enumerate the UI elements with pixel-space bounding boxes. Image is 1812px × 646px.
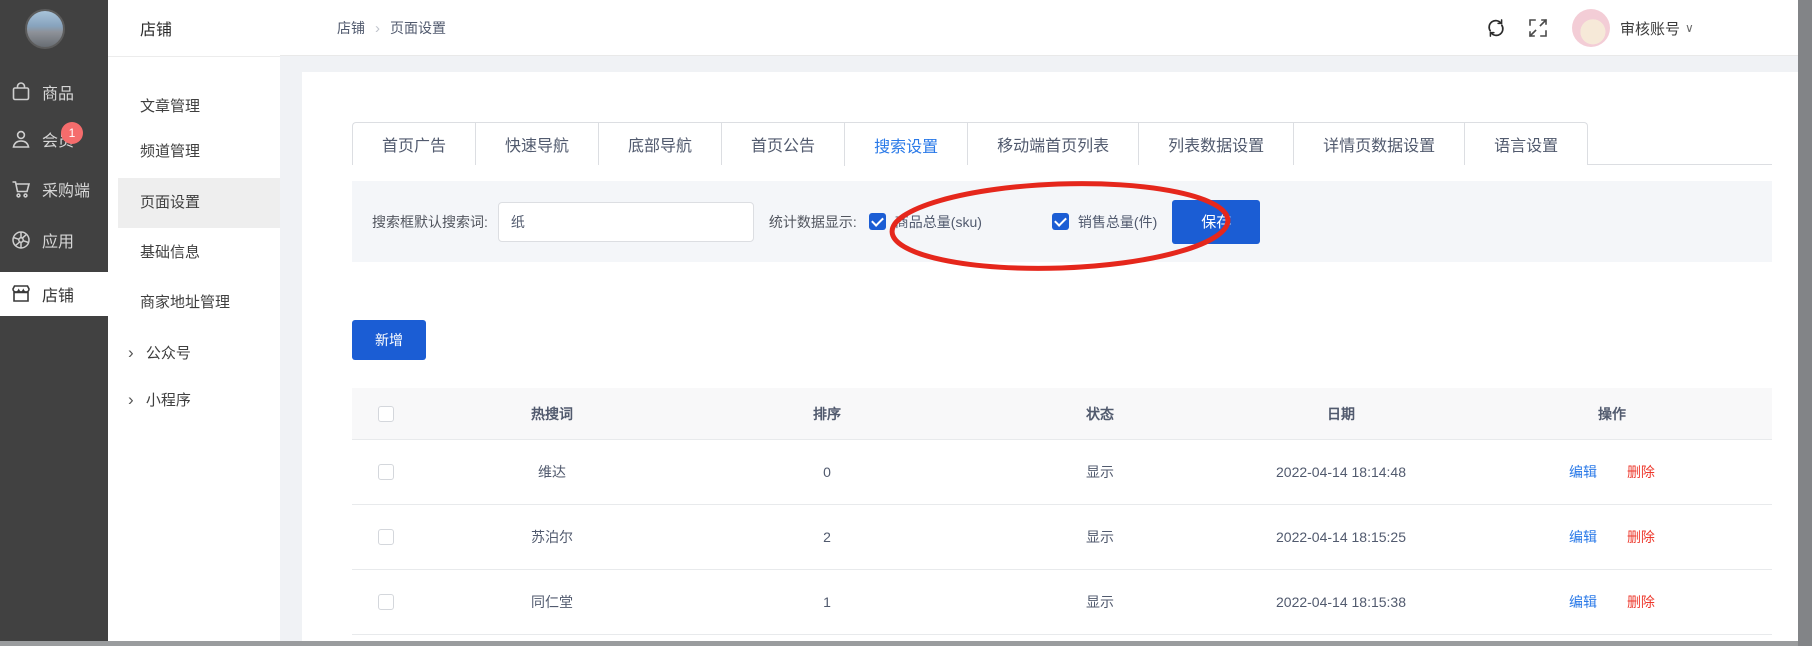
cart-icon: [9, 177, 33, 201]
cell-date: 2022-04-14 18:14:48: [1230, 464, 1452, 480]
bag-icon: [9, 80, 33, 104]
column-header-sort: 排序: [684, 404, 970, 424]
apps-icon: [9, 228, 33, 252]
sidebar-item-label: 店铺: [42, 282, 74, 306]
content-card: 首页广告 快速导航 底部导航 首页公告 搜索设置 移动端首页列表 列表数据设置 …: [302, 72, 1798, 641]
row-checkbox[interactable]: [378, 529, 394, 545]
save-button[interactable]: 保存: [1172, 200, 1260, 244]
cell-status: 显示: [970, 527, 1230, 547]
sidebar-item-shop[interactable]: 店铺: [0, 272, 108, 316]
refresh-icon[interactable]: [1485, 17, 1507, 39]
tab-home-ads[interactable]: 首页广告: [352, 122, 475, 165]
cell-hot-word: 同仁堂: [420, 592, 684, 612]
column-header-actions: 操作: [1452, 404, 1772, 424]
default-search-word-input[interactable]: [498, 202, 754, 242]
hot-search-table: 热搜词 排序 状态 日期 操作 维达 0 显示 2022-04-14 18:14…: [352, 388, 1772, 635]
checkbox-sales-total[interactable]: 销售总量(件): [1052, 212, 1157, 232]
shop-icon: [9, 282, 33, 306]
column-header-date: 日期: [1230, 404, 1452, 424]
breadcrumb-separator-icon: ›: [375, 20, 380, 37]
table-row: 维达 0 显示 2022-04-14 18:14:48 编辑 删除: [352, 440, 1772, 505]
breadcrumb: 店铺 › 页面设置: [337, 0, 446, 56]
select-all-checkbox[interactable]: [378, 406, 394, 422]
tab-home-notice[interactable]: 首页公告: [721, 122, 844, 165]
tab-mobile-home-list[interactable]: 移动端首页列表: [967, 122, 1138, 165]
cell-date: 2022-04-14 18:15:38: [1230, 594, 1452, 610]
edit-link[interactable]: 编辑: [1569, 464, 1597, 480]
stats-display-label: 统计数据显示:: [769, 212, 857, 232]
divider: [108, 56, 280, 57]
tab-search-settings[interactable]: 搜索设置: [844, 122, 967, 166]
secondary-sidebar-title: 店铺: [140, 16, 172, 40]
breadcrumb-item-page-settings: 页面设置: [390, 18, 446, 38]
cell-date: 2022-04-14 18:15:25: [1230, 529, 1452, 545]
account-name: 审核账号: [1620, 18, 1680, 39]
workspace-avatar[interactable]: [25, 9, 65, 49]
tab-bar: 首页广告 快速导航 底部导航 首页公告 搜索设置 移动端首页列表 列表数据设置 …: [352, 122, 1772, 165]
cell-status: 显示: [970, 592, 1230, 612]
delete-link[interactable]: 删除: [1627, 594, 1655, 610]
row-checkbox[interactable]: [378, 594, 394, 610]
delete-link[interactable]: 删除: [1627, 529, 1655, 545]
secondary-sidebar: 店铺 文章管理 频道管理 页面设置 基础信息 商家地址管理 › 公众号 › 小程…: [108, 0, 280, 646]
checkbox-sku-total[interactable]: 商品总量(sku): [869, 212, 982, 232]
menu-item-article-management[interactable]: 文章管理: [108, 85, 280, 129]
primary-sidebar: 商品 会员 1 采购端 应用: [0, 0, 108, 646]
search-settings-panel: 搜索框默认搜索词: 统计数据显示: 商品总量(sku) 销售总量(件) 保存: [352, 181, 1772, 262]
tab-detail-data-settings[interactable]: 详情页数据设置: [1293, 122, 1464, 165]
fullscreen-icon[interactable]: [1527, 17, 1549, 39]
menu-item-basic-info[interactable]: 基础信息: [108, 231, 280, 275]
sidebar-item-procurement[interactable]: 采购端: [0, 167, 108, 211]
notification-badge: 1: [61, 122, 83, 144]
chevron-down-icon: ∨: [1685, 21, 1694, 35]
breadcrumb-item-shop[interactable]: 店铺: [337, 18, 365, 38]
app-window: 商品 会员 1 采购端 应用: [0, 0, 1812, 646]
table-header-row: 热搜词 排序 状态 日期 操作: [352, 388, 1772, 440]
checkbox-checked-icon[interactable]: [869, 213, 886, 230]
chevron-right-icon: ›: [128, 331, 134, 375]
sidebar-item-members[interactable]: 会员 1: [0, 117, 108, 161]
sidebar-item-goods[interactable]: 商品: [0, 70, 108, 114]
checkbox-label: 商品总量(sku): [895, 212, 982, 232]
column-header-hot-word: 热搜词: [420, 404, 684, 424]
cell-sort: 2: [684, 529, 970, 545]
edit-link[interactable]: 编辑: [1569, 594, 1597, 610]
delete-link[interactable]: 删除: [1627, 464, 1655, 480]
row-checkbox[interactable]: [378, 464, 394, 480]
column-header-status: 状态: [970, 404, 1230, 424]
account-menu[interactable]: 审核账号 ∨: [1620, 0, 1694, 56]
checkbox-label: 销售总量(件): [1078, 212, 1157, 232]
tab-list-data-settings[interactable]: 列表数据设置: [1138, 122, 1293, 165]
sidebar-item-label: 商品: [42, 80, 74, 104]
menu-item-official-account[interactable]: › 公众号: [108, 331, 280, 375]
menu-item-channel-management[interactable]: 频道管理: [108, 130, 280, 174]
account-avatar[interactable]: [1572, 9, 1610, 47]
sidebar-item-apps[interactable]: 应用: [0, 218, 108, 262]
sidebar-item-label: 应用: [42, 228, 74, 252]
tab-language-settings[interactable]: 语言设置: [1464, 122, 1588, 165]
content-background: 首页广告 快速导航 底部导航 首页公告 搜索设置 移动端首页列表 列表数据设置 …: [280, 56, 1812, 646]
user-icon: [9, 127, 33, 151]
table-row: 苏泊尔 2 显示 2022-04-14 18:15:25 编辑 删除: [352, 505, 1772, 570]
edit-link[interactable]: 编辑: [1569, 529, 1597, 545]
checkbox-checked-icon[interactable]: [1052, 213, 1069, 230]
menu-item-mini-program[interactable]: › 小程序: [108, 378, 280, 422]
menu-item-page-settings[interactable]: 页面设置: [118, 178, 280, 228]
sidebar-item-label: 采购端: [42, 177, 90, 201]
default-search-word-label: 搜索框默认搜索词:: [372, 212, 488, 232]
tab-bottom-nav[interactable]: 底部导航: [598, 122, 721, 165]
add-button[interactable]: 新增: [352, 320, 426, 360]
vertical-scrollbar[interactable]: [1798, 0, 1812, 646]
tab-quick-nav[interactable]: 快速导航: [475, 122, 598, 165]
cell-sort: 0: [684, 464, 970, 480]
table-row: 同仁堂 1 显示 2022-04-14 18:15:38 编辑 删除: [352, 570, 1772, 635]
topbar: 店铺 › 页面设置 审核账号 ∨: [280, 0, 1812, 56]
cell-sort: 1: [684, 594, 970, 610]
cell-status: 显示: [970, 462, 1230, 482]
cell-hot-word: 维达: [420, 462, 684, 482]
cell-hot-word: 苏泊尔: [420, 527, 684, 547]
chevron-right-icon: ›: [128, 378, 134, 422]
horizontal-scrollbar[interactable]: [0, 641, 1798, 646]
menu-item-merchant-address[interactable]: 商家地址管理: [108, 281, 280, 325]
